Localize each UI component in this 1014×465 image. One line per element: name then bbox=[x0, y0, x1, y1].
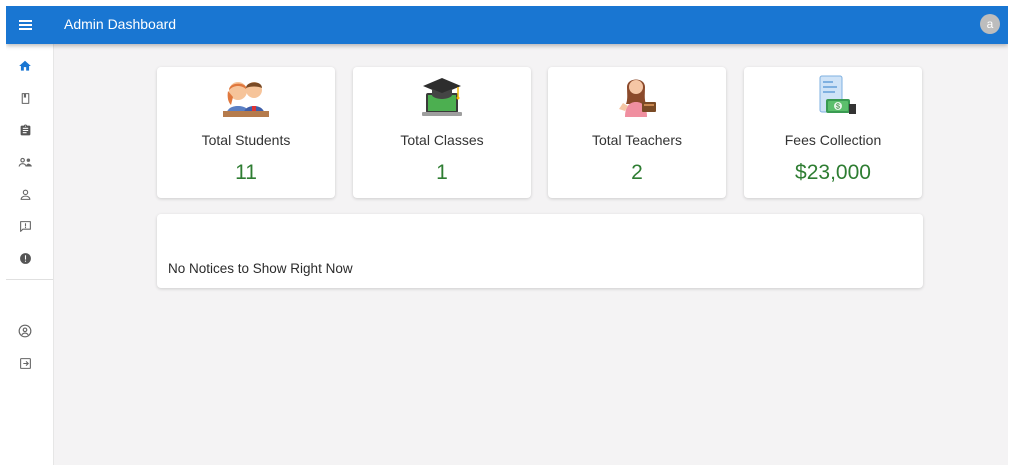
stat-card-students: Total Students 11 bbox=[157, 67, 335, 198]
stat-value: $23,000 bbox=[795, 161, 871, 184]
sidebar-item-students[interactable] bbox=[15, 184, 35, 204]
sidebar-item-home[interactable] bbox=[15, 56, 35, 76]
logout-icon bbox=[19, 357, 31, 369]
notice-empty-message: No Notices to Show Right Now bbox=[168, 261, 353, 276]
menu-icon[interactable] bbox=[16, 15, 36, 35]
sidebar bbox=[6, 44, 54, 465]
svg-text:$: $ bbox=[836, 104, 840, 111]
students-illustration-icon bbox=[223, 82, 269, 117]
stat-label: Total Teachers bbox=[591, 132, 682, 148]
sidebar-item-classes[interactable] bbox=[15, 88, 35, 108]
stat-label: Total Students bbox=[201, 132, 291, 148]
sidebar-item-notices[interactable] bbox=[15, 216, 35, 236]
stat-value: 1 bbox=[436, 161, 448, 184]
avatar[interactable]: a bbox=[980, 14, 1000, 34]
sidebar-item-profile[interactable] bbox=[15, 321, 35, 341]
stat-card-teachers: Total Teachers 2 bbox=[548, 67, 726, 198]
sidebar-item-subjects[interactable] bbox=[15, 120, 35, 140]
sidebar-divider bbox=[6, 279, 53, 280]
teachers-icon bbox=[18, 157, 32, 167]
stat-card-fees: $ Fees Collection $23,000 bbox=[744, 67, 922, 198]
stat-label: Total Classes bbox=[400, 132, 484, 148]
stat-label: Fees Collection bbox=[784, 132, 882, 148]
complaints-icon bbox=[19, 252, 31, 264]
sidebar-item-complaints[interactable] bbox=[15, 248, 35, 268]
classes-illustration-icon bbox=[422, 78, 462, 116]
profile-icon bbox=[18, 324, 32, 338]
app-title: Admin Dashboard bbox=[64, 16, 177, 32]
notices-panel: No Notices to Show Right Now bbox=[157, 214, 923, 288]
home-icon bbox=[19, 60, 31, 71]
stat-card-classes: Total Classes 1 bbox=[353, 67, 531, 198]
teachers-illustration-icon bbox=[619, 79, 656, 117]
class-icon bbox=[21, 92, 29, 104]
app-bar: Admin Dashboard a bbox=[6, 6, 1008, 44]
students-icon bbox=[20, 189, 30, 200]
stat-value: 11 bbox=[235, 161, 257, 184]
sidebar-item-teachers[interactable] bbox=[15, 152, 35, 172]
app-frame: Admin Dashboard a Total Students 11 Tota… bbox=[6, 6, 1008, 465]
fees-illustration-icon: $ bbox=[819, 75, 856, 114]
stat-value: 2 bbox=[631, 161, 643, 184]
sidebar-item-logout[interactable] bbox=[15, 353, 35, 373]
subjects-icon bbox=[20, 124, 30, 135]
notices-icon bbox=[19, 220, 31, 232]
